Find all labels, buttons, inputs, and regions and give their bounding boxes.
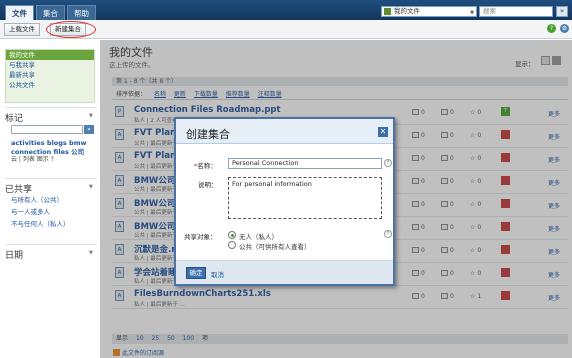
tag-cloud: activities blogs bmw connection files 公司…: [11, 139, 97, 165]
shared-filter-public[interactable]: 与所有人（公共）: [11, 196, 70, 208]
collapse-triangle-icon[interactable]: ▼: [89, 184, 93, 190]
shared-filter-list: 与所有人（公共） 与一人或多人 不与任何人（私人）: [11, 196, 70, 232]
search-scope-select[interactable]: 我的文件 ▼: [381, 6, 477, 17]
dialog-footer: 确定 取消: [176, 260, 393, 284]
files-scope-icon: [384, 8, 391, 15]
sidebar-item-shared-with-me[interactable]: 与我共享: [6, 60, 94, 70]
chevron-down-icon: ▼: [470, 10, 474, 16]
description-label: 说明：: [198, 181, 218, 189]
divider: [5, 107, 97, 108]
sidebar: 我的文件 与我共享 最新共享 公共文件 标记 ▼ » activities bl…: [0, 40, 100, 358]
tab-help[interactable]: 帮助: [67, 5, 96, 20]
shared-filter-some[interactable]: 与一人或多人: [11, 208, 70, 220]
share-none-radio[interactable]: [228, 231, 236, 239]
divider: [5, 178, 97, 179]
main-tabs: 文件 集合 帮助: [5, 5, 96, 20]
date-heading: 日期: [5, 251, 24, 261]
tab-collections[interactable]: 集合: [36, 5, 65, 20]
tag-filter-input[interactable]: [11, 125, 83, 134]
help-icon[interactable]: ?: [384, 230, 392, 238]
shared-heading: 已共享: [5, 185, 33, 195]
share-label: 共享对象：: [184, 233, 217, 241]
upload-files-button[interactable]: 上载文件: [4, 23, 40, 36]
share-public-radio[interactable]: [228, 241, 236, 249]
tag-cloud-line-1[interactable]: activities blogs bmw: [11, 139, 97, 148]
sidebar-item-my-files[interactable]: 我的文件: [6, 50, 94, 60]
shared-filter-private[interactable]: 不与任何人（私人）: [11, 220, 70, 232]
share-none-label: 无人（私人）: [239, 233, 278, 241]
tag-view-controls[interactable]: 云 | 列表 图示 ?: [11, 156, 97, 165]
divider: [5, 244, 97, 245]
tag-cloud-line-2[interactable]: connection files 公司: [11, 148, 97, 157]
expand-triangle-icon[interactable]: ▼: [89, 250, 93, 256]
highlight-annotation: [46, 21, 96, 38]
sidebar-item-recently-shared[interactable]: 最新共享: [6, 70, 94, 80]
help-icon[interactable]: ?: [384, 159, 392, 167]
create-collection-dialog: 创建集合 ✕ *名称： Personal Connection ? 说明： Fo…: [174, 117, 395, 286]
collapse-triangle-icon[interactable]: ▼: [89, 113, 93, 119]
collection-description-field[interactable]: For personal information: [228, 177, 382, 219]
dialog-header: 创建集合 ✕: [176, 119, 393, 144]
settings-icon[interactable]: ⚙: [560, 24, 569, 33]
search-scope-label: 我的文件: [394, 7, 420, 15]
tab-files[interactable]: 文件: [5, 5, 34, 20]
cancel-link[interactable]: 取消: [211, 269, 224, 279]
sidebar-nav: 我的文件 与我共享 最新共享 公共文件: [5, 49, 95, 103]
tag-go-button[interactable]: »: [84, 125, 94, 134]
dialog-title: 创建集合: [186, 128, 230, 141]
search-button[interactable]: »: [556, 6, 568, 17]
ok-button[interactable]: 确定: [186, 267, 206, 279]
collection-name-field[interactable]: Personal Connection: [228, 158, 382, 169]
top-navigation: 文件 集合 帮助 我的文件 ▼ 搜索 »: [0, 0, 572, 20]
tags-heading: 标记: [5, 114, 24, 124]
close-icon[interactable]: ✕: [378, 127, 388, 137]
share-public-label: 公共（可供所有人查看）: [239, 243, 311, 251]
sidebar-item-public-files[interactable]: 公共文件: [6, 80, 94, 90]
help-icon[interactable]: ?: [547, 24, 556, 33]
search-input[interactable]: 搜索: [479, 6, 553, 17]
name-label: *名称：: [194, 162, 217, 170]
